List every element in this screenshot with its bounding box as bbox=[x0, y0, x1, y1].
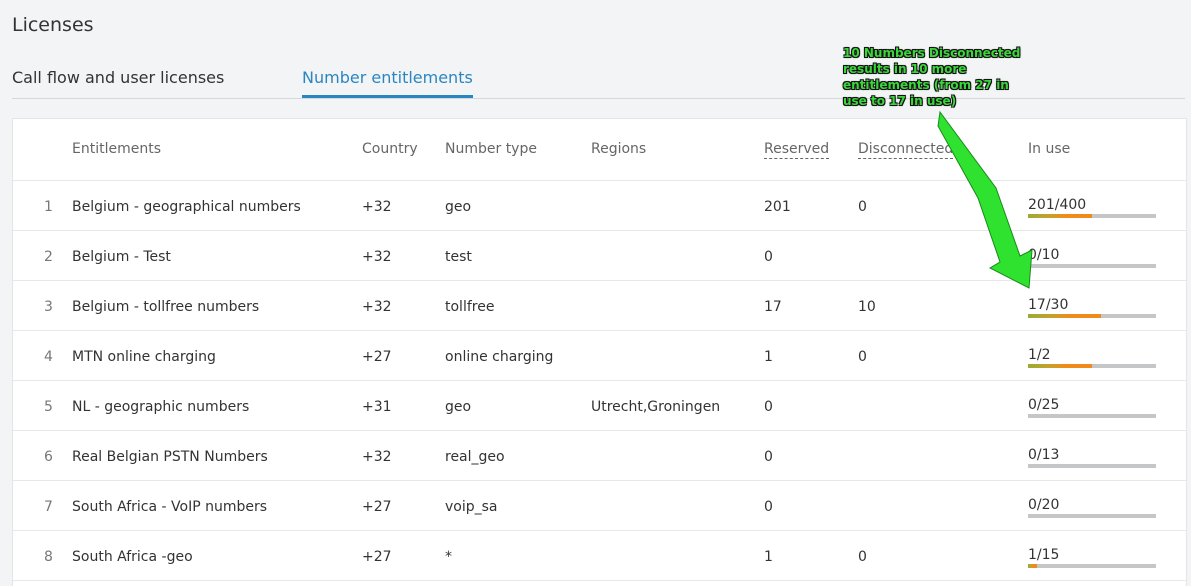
annotation-note: 10 Numbers Disconnected results in 10 mo… bbox=[843, 46, 1021, 108]
